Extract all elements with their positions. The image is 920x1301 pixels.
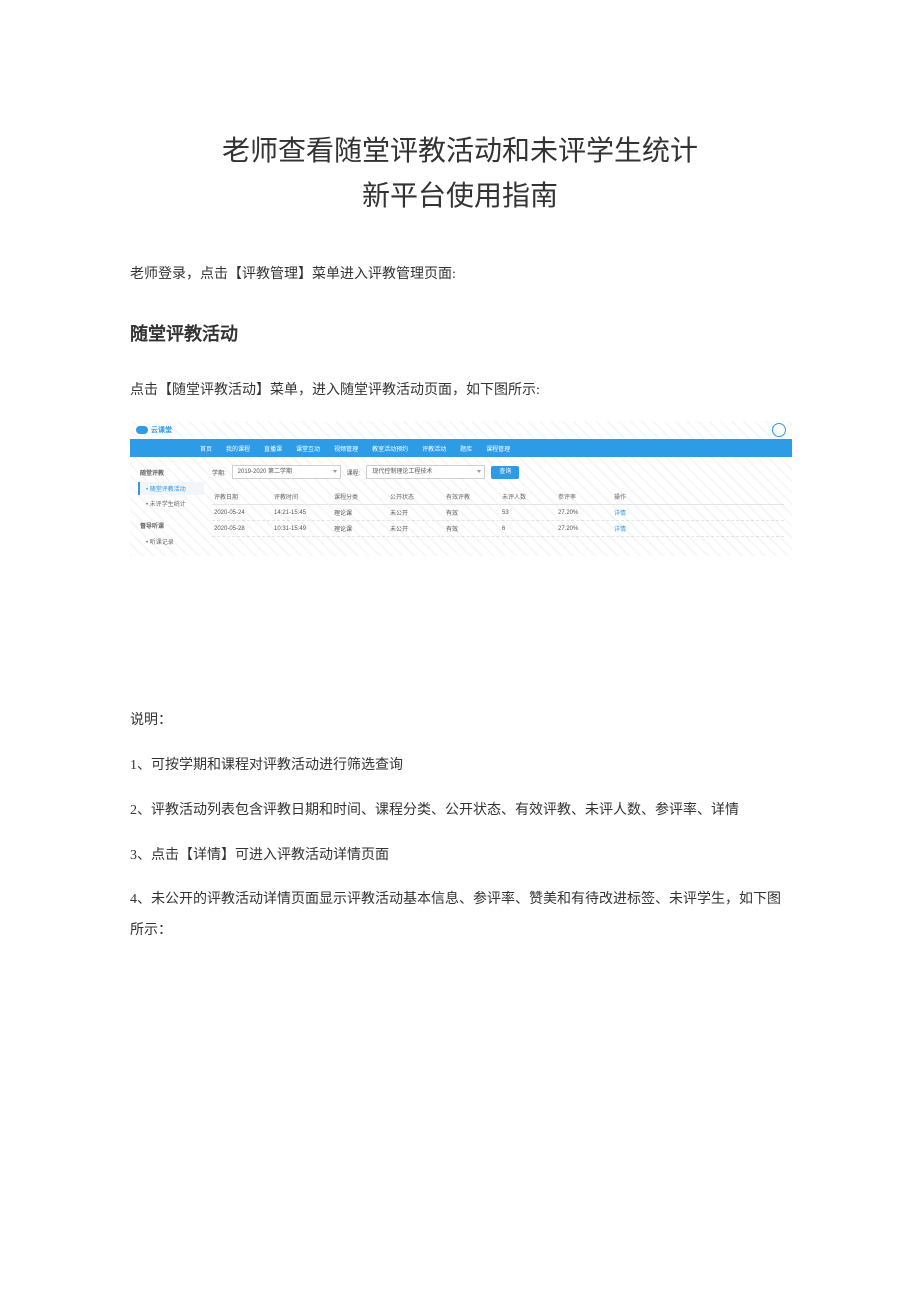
select-course[interactable]: 现代控制理论工程技术 (366, 465, 485, 479)
main-panel: 学期: 2019-2020 第二学期 课程: 现代控制理论工程技术 查询 评教日… (212, 465, 784, 548)
cell-rate: 27.20% (558, 526, 614, 532)
sidebar-item-uneval-students[interactable]: • 未评学生统计 (138, 497, 204, 510)
nav-video[interactable]: 视频管理 (334, 444, 358, 453)
document-page: 老师查看随堂评教活动和未评学生统计 新平台使用指南 老师登录，点击【评教管理】菜… (0, 0, 920, 1301)
col-cat: 课程分类 (334, 492, 390, 501)
nav-room-booking[interactable]: 教室活动预约 (372, 444, 408, 453)
sidebar: 随堂评教 • 随堂评教活动 • 未评学生统计 督导听课 • 听课记录 (138, 465, 204, 548)
sidebar-item-eval-activity[interactable]: • 随堂评教活动 (138, 482, 204, 495)
cell-eff: 有效 (446, 524, 502, 533)
col-no: 未评人数 (502, 492, 558, 501)
title-line-2: 新平台使用指南 (130, 175, 790, 220)
note-item: 2、评教活动列表包含评教日期和时间、课程分类、公开状态、有效评教、未评人数、参评… (130, 796, 790, 827)
cell-cat: 理论课 (334, 508, 390, 517)
cell-date: 2020-05-28 (214, 526, 274, 532)
col-op: 操作 (614, 492, 654, 501)
nav-live[interactable]: 直播课 (264, 444, 282, 453)
col-open: 公开状态 (390, 492, 446, 501)
nav-home[interactable]: 首页 (200, 444, 212, 453)
nav-eval[interactable]: 评教活动 (422, 444, 446, 453)
col-rate: 参评率 (558, 492, 614, 501)
nav-question-bank[interactable]: 题库 (460, 444, 472, 453)
embedded-screenshot: 云课堂 首页 我的课程 直播课 课堂互动 视频管理 教室活动预约 评教活动 题库… (130, 421, 792, 556)
cell-time: 14:21-15:45 (274, 510, 334, 516)
col-time: 评教时间 (274, 492, 334, 501)
cell-no: 53 (502, 510, 558, 516)
app-header: 云课堂 (130, 421, 792, 439)
app-body: 随堂评教 • 随堂评教活动 • 未评学生统计 督导听课 • 听课记录 学期: 2… (130, 457, 792, 556)
table-row: 2020-05-24 14:21-15:45 理论课 未公开 有效 53 27.… (212, 505, 784, 521)
select-term[interactable]: 2019-2020 第二学期 (232, 465, 341, 479)
cloud-icon (136, 426, 148, 434)
detail-link[interactable]: 详情 (614, 524, 654, 533)
table-row: 2020-05-28 10:31-15:49 理论课 未公开 有效 6 27.2… (212, 521, 784, 537)
sidebar-group-eval: 随堂评教 (138, 465, 204, 480)
note-item: 1、可按学期和课程对评教活动进行筛选查询 (130, 751, 790, 782)
notes-header: 说明： (130, 706, 790, 737)
nav-my-courses[interactable]: 我的课程 (226, 444, 250, 453)
document-title: 老师查看随堂评教活动和未评学生统计 新平台使用指南 (130, 130, 790, 220)
select-course-value: 现代控制理论工程技术 (372, 469, 432, 475)
col-date: 评教日期 (214, 492, 274, 501)
sidebar-item-listen-record[interactable]: • 听课记录 (138, 535, 204, 548)
note-item: 4、未公开的评教活动详情页面显示评教活动基本信息、参评率、赞美和有待改进标签、未… (130, 885, 790, 947)
eval-table: 评教日期 评教时间 课程分类 公开状态 有效评教 未评人数 参评率 操作 202… (212, 489, 784, 537)
cell-open: 未公开 (390, 524, 446, 533)
sidebar-group-supervise: 督导听课 (138, 518, 204, 533)
nav-interact[interactable]: 课堂互动 (296, 444, 320, 453)
note-item: 3、点击【详情】可进入评教活动详情页面 (130, 841, 790, 872)
title-line-1: 老师查看随堂评教活动和未评学生统计 (130, 130, 790, 175)
logo-text: 云课堂 (151, 425, 172, 435)
label-term: 学期: (212, 468, 226, 477)
cell-rate: 27.20% (558, 510, 614, 516)
table-header-row: 评教日期 评教时间 课程分类 公开状态 有效评教 未评人数 参评率 操作 (212, 489, 784, 505)
cell-no: 6 (502, 526, 558, 532)
section-intro: 点击【随堂评教活动】菜单，进入随堂评教活动页面，如下图所示: (130, 376, 790, 407)
cell-cat: 理论课 (334, 524, 390, 533)
section-heading: 随堂评教活动 (130, 320, 790, 346)
detail-link[interactable]: 详情 (614, 508, 654, 517)
intro-paragraph: 老师登录，点击【评教管理】菜单进入评教管理页面: (130, 260, 790, 291)
user-avatar-icon[interactable] (772, 423, 786, 437)
notes-section: 说明： 1、可按学期和课程对评教活动进行筛选查询 2、评教活动列表包含评教日期和… (130, 706, 790, 947)
select-term-value: 2019-2020 第二学期 (238, 469, 292, 475)
app-logo[interactable]: 云课堂 (136, 425, 172, 435)
cell-date: 2020-05-24 (214, 510, 274, 516)
filter-bar: 学期: 2019-2020 第二学期 课程: 现代控制理论工程技术 查询 (212, 465, 784, 479)
cell-time: 10:31-15:49 (274, 526, 334, 532)
top-nav: 首页 我的课程 直播课 课堂互动 视频管理 教室活动预约 评教活动 题库 课程管… (130, 439, 792, 457)
cell-eff: 有效 (446, 508, 502, 517)
col-eff: 有效评教 (446, 492, 502, 501)
label-course: 课程: (347, 468, 361, 477)
nav-course-mgmt[interactable]: 课程管理 (486, 444, 510, 453)
search-button[interactable]: 查询 (491, 466, 519, 479)
cell-open: 未公开 (390, 508, 446, 517)
